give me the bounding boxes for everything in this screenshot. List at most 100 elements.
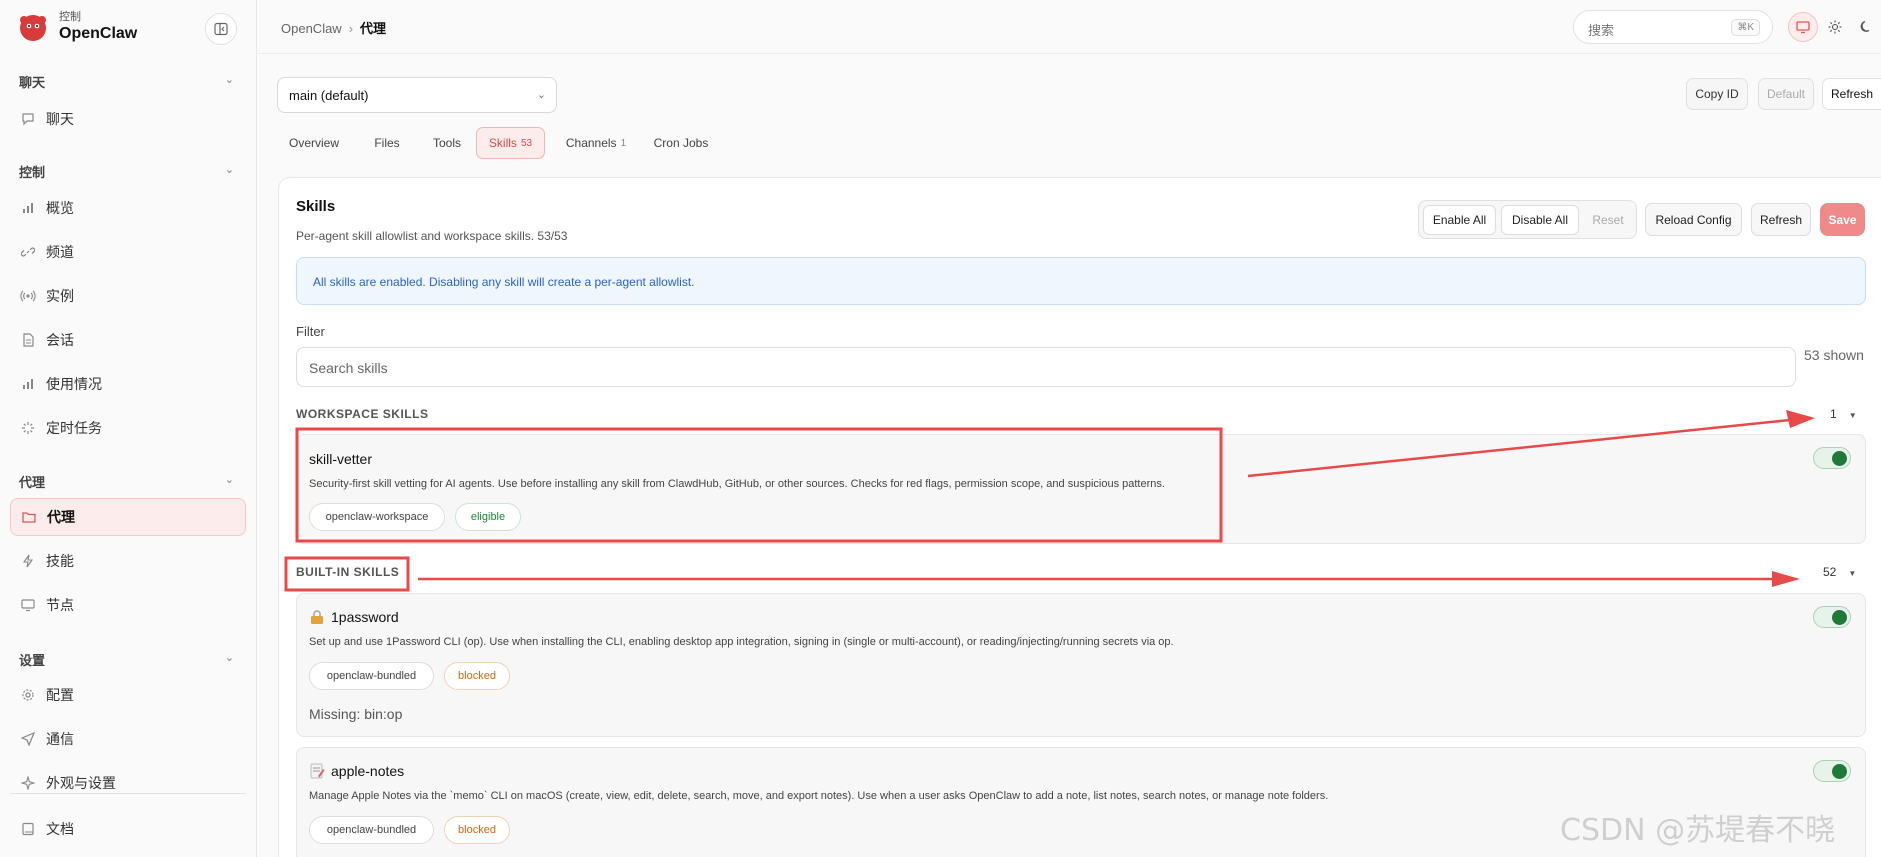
group-count-value: 52: [1823, 565, 1837, 579]
brand[interactable]: 控制 OpenClaw: [16, 10, 137, 44]
save-button[interactable]: Save: [1820, 203, 1865, 236]
tab-cron-jobs[interactable]: Cron Jobs: [645, 127, 717, 159]
book-icon: [20, 821, 36, 837]
moon-icon: [1860, 20, 1870, 32]
section-chat[interactable]: 聊天 ⌄: [19, 72, 234, 91]
sidebar-item-label: 聊天: [46, 111, 74, 127]
tab-label: Tools: [432, 136, 461, 150]
page-refresh-button[interactable]: Refresh: [1822, 78, 1881, 110]
sidebar-item-label: 配置: [46, 687, 74, 703]
chevron-down-icon: ⌄: [224, 474, 234, 486]
tab-label: Overview: [288, 136, 339, 150]
collapse-sidebar-button[interactable]: [205, 13, 237, 45]
bar-chart-icon: [20, 376, 36, 392]
skill-filter-input[interactable]: Search skills: [296, 347, 1796, 387]
openclaw-logo: [16, 10, 50, 44]
breadcrumb-current: 代理: [360, 21, 387, 36]
skill-source-badge: openclaw-bundled: [309, 662, 434, 690]
broadcast-icon: [20, 288, 36, 304]
sidebar-item-overview[interactable]: 概览: [10, 189, 246, 227]
reload-config-button[interactable]: Reload Config: [1645, 203, 1742, 236]
sidebar-item-config[interactable]: 配置: [10, 676, 246, 714]
search-placeholder: 搜索: [1588, 23, 1615, 38]
skill-toggle[interactable]: [1813, 447, 1851, 469]
caret-down-icon: ▼: [1848, 411, 1857, 420]
status-badge: eligible: [455, 503, 521, 531]
skill-description: Security-first skill vetting for AI agen…: [309, 478, 1165, 490]
bar-chart-icon: [20, 200, 36, 216]
default-button[interactable]: Default: [1758, 78, 1814, 110]
theme-system-button[interactable]: [1788, 12, 1818, 42]
sidebar-item-label: 频道: [46, 244, 74, 260]
topbar: OpenClaw › 代理 搜索 ⌘K: [258, 0, 1881, 54]
skills-subtitle: Per-agent skill allowlist and workspace …: [296, 229, 568, 243]
reset-button[interactable]: Reset: [1583, 205, 1633, 235]
sidebar-item-usage[interactable]: 使用情况: [10, 365, 246, 403]
sidebar-item-label: 会话: [46, 332, 74, 348]
info-notice: All skills are enabled. Disabling any sk…: [296, 257, 1866, 305]
lock-icon: [309, 609, 325, 625]
monitor-icon: [20, 597, 36, 613]
agent-select[interactable]: main (default) ⌄: [277, 77, 557, 113]
document-icon: [20, 332, 36, 348]
tab-skills[interactable]: Skills 53: [476, 127, 545, 159]
sidebar-item-nodes[interactable]: 节点: [10, 586, 246, 624]
group-builtin-label[interactable]: BUILT-IN SKILLS: [296, 565, 399, 579]
section-control-label: 控制: [19, 165, 46, 180]
section-agent[interactable]: 代理 ⌄: [19, 472, 234, 491]
monitor-icon: [1796, 21, 1810, 34]
sidebar-item-channels[interactable]: 频道: [10, 233, 246, 271]
notice-text: All skills are enabled. Disabling any sk…: [313, 275, 695, 289]
enable-all-button[interactable]: Enable All: [1423, 205, 1496, 235]
sidebar-item-skills[interactable]: 技能: [10, 542, 246, 580]
sidebar-item-chat[interactable]: 聊天: [10, 100, 246, 138]
chevron-down-icon: ⌄: [224, 652, 234, 664]
sidebar-item-instances[interactable]: 实例: [10, 277, 246, 315]
sidebar-item-comms[interactable]: 通信: [10, 720, 246, 758]
watermark: CSDN @苏堤春不晓: [1560, 813, 1836, 848]
copy-id-button[interactable]: Copy ID: [1686, 78, 1748, 110]
skill-card-1password: 1password Set up and use 1Password CLI (…: [296, 593, 1866, 737]
tab-label: Files: [374, 136, 400, 150]
section-settings[interactable]: 设置 ⌄: [19, 650, 234, 669]
search-input[interactable]: 搜索 ⌘K: [1573, 10, 1773, 44]
sparkle-icon: [20, 775, 36, 791]
tab-tools[interactable]: Tools: [422, 127, 472, 159]
sidebar-item-label: 定时任务: [46, 420, 102, 436]
group-workspace-count[interactable]: 1 ▼: [1830, 407, 1857, 421]
sidebar-item-label: 实例: [46, 288, 74, 304]
skill-name: 1password: [331, 609, 399, 625]
tab-label: Cron Jobs: [653, 136, 709, 150]
group-builtin-count[interactable]: 52 ▼: [1823, 565, 1856, 579]
skills-refresh-button[interactable]: Refresh: [1751, 203, 1811, 236]
link-icon: [20, 244, 36, 260]
theme-dark-button[interactable]: [1851, 12, 1881, 42]
shown-count: 53 shown: [1804, 347, 1864, 363]
brand-subtitle: 控制: [59, 11, 81, 23]
chevron-down-icon: ⌄: [536, 89, 546, 101]
skill-toggle[interactable]: [1813, 606, 1851, 628]
tab-label: Channels: [565, 136, 617, 150]
tab-files[interactable]: Files: [362, 127, 412, 159]
filter-label: Filter: [296, 324, 325, 339]
section-settings-label: 设置: [19, 653, 46, 668]
section-control[interactable]: 控制 ⌄: [19, 162, 234, 181]
breadcrumb-root[interactable]: OpenClaw: [281, 21, 342, 36]
tab-overview[interactable]: Overview: [278, 127, 350, 159]
theme-light-button[interactable]: [1820, 12, 1850, 42]
sidebar-item-label: 文档: [46, 821, 74, 837]
sidebar-item-appearance[interactable]: 外观与设置: [10, 764, 246, 802]
chat-bubble-icon: [20, 111, 36, 127]
sun-icon: [1828, 20, 1842, 34]
sidebar-item-agents[interactable]: 代理: [10, 498, 246, 536]
shortcut-badge: ⌘K: [1731, 19, 1760, 36]
sidebar-item-sessions[interactable]: 会话: [10, 321, 246, 359]
skill-name-row: apple-notes: [309, 763, 404, 779]
sidebar-item-cron[interactable]: 定时任务: [10, 409, 246, 447]
disable-all-button[interactable]: Disable All: [1501, 205, 1579, 235]
skill-toggle[interactable]: [1813, 760, 1851, 782]
group-workspace-label[interactable]: WORKSPACE SKILLS: [296, 407, 428, 421]
toggle-knob: [1832, 764, 1847, 779]
tab-channels[interactable]: Channels 1: [558, 127, 634, 159]
sidebar-item-docs[interactable]: 文档: [10, 810, 246, 848]
